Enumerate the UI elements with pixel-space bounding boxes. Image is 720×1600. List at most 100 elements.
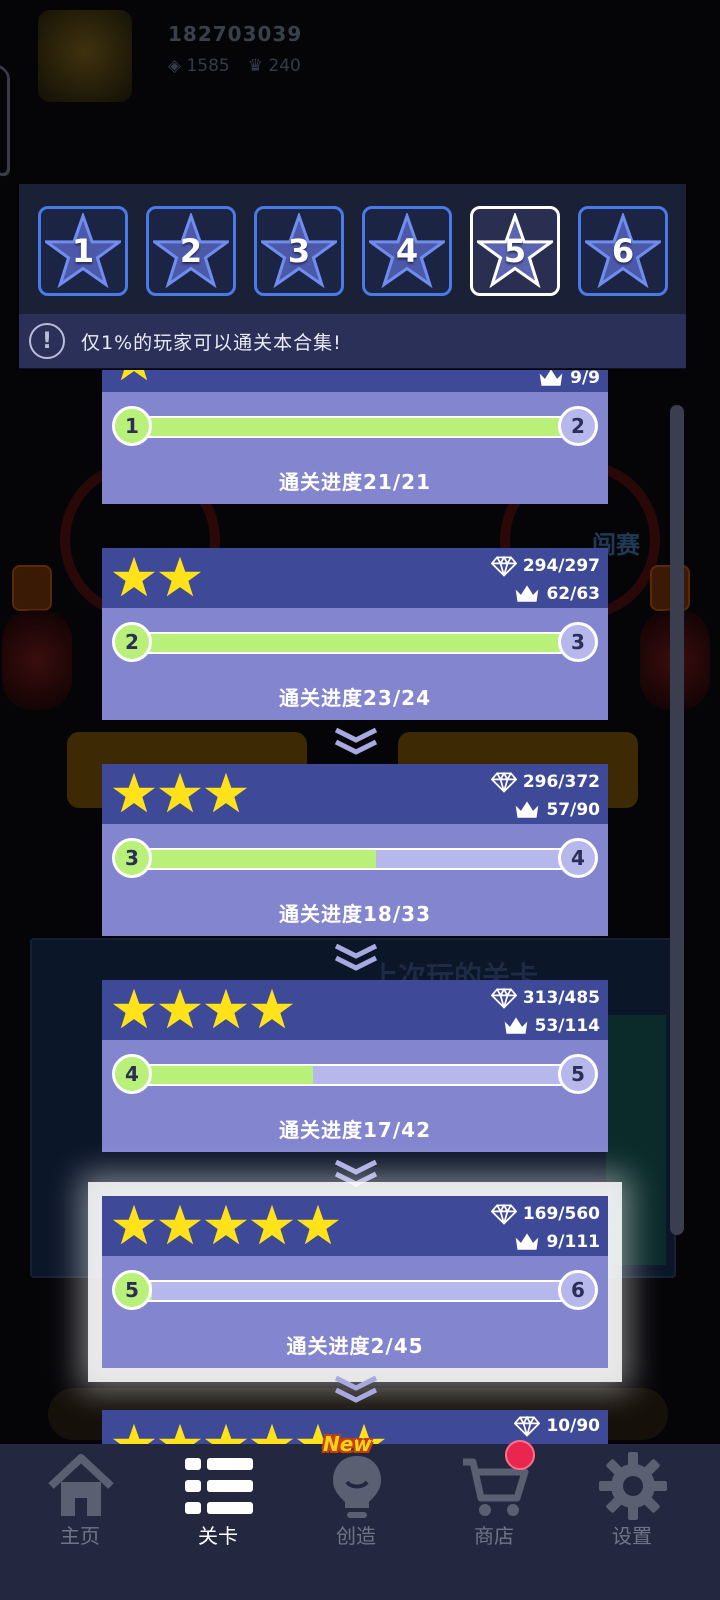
- player-stats: ◈ 1585 ♛ 240: [168, 56, 301, 76]
- star-icon: [112, 772, 156, 813]
- nav-create-label: 创造: [336, 1524, 376, 1548]
- level-card-4[interactable]: 313/485 53/114 4 5 通关进度17/42: [102, 980, 608, 1187]
- bottom-nav: 主页 关卡 New 创造 商店 设置: [0, 1432, 720, 1600]
- notification-dot: [505, 1440, 535, 1470]
- level-card-3[interactable]: 296/372 57/90 3 4 通关进度18/33: [102, 764, 608, 971]
- progress-end-node: 6: [558, 1270, 598, 1310]
- diamond-icon: [490, 1203, 517, 1225]
- tab-star-6[interactable]: 6: [578, 206, 668, 296]
- notice-bar: ! 仅1%的玩家可以通关本合集!: [19, 314, 686, 368]
- crown-stat: 9/9: [538, 370, 600, 390]
- tab-star-1[interactable]: 1: [38, 206, 128, 296]
- tab-star-5[interactable]: 5: [470, 206, 560, 296]
- crown-icon: [504, 1017, 527, 1034]
- progress-bar: 1 2: [112, 406, 598, 448]
- player-crowns: ♛ 240: [247, 56, 301, 76]
- scrollbar-thumb[interactable]: [670, 405, 684, 1235]
- star-tabs: 1 2 3 4 5 6: [38, 206, 668, 298]
- star-icon: [204, 988, 248, 1029]
- star-rating: [112, 1203, 340, 1249]
- progress-end-node: 5: [558, 1054, 598, 1094]
- star-icon: [250, 1204, 294, 1245]
- diamond-icon: [490, 771, 517, 793]
- progress-start-node: 4: [112, 1054, 152, 1094]
- star-icon: [112, 556, 156, 597]
- chevron-down-icon[interactable]: [332, 1158, 380, 1188]
- progress-fill: [132, 634, 562, 652]
- nav-levels-label: 关卡: [198, 1524, 238, 1548]
- level-card-2[interactable]: 294/297 62/63 2 3 通关进度23/24: [102, 548, 608, 755]
- tab-star-number: 2: [179, 232, 203, 270]
- star-icon: [158, 988, 202, 1029]
- tab-star-number: 1: [71, 232, 95, 270]
- gem-count: 169/560: [522, 1204, 600, 1224]
- tab-star-4[interactable]: 4: [362, 206, 452, 296]
- card-header: 313/485 53/114: [102, 980, 608, 1040]
- progress-track: [132, 848, 580, 870]
- player-avatar: [38, 10, 132, 102]
- nav-home-label: 主页: [60, 1524, 100, 1548]
- progress-text: 通关进度17/42: [279, 1118, 431, 1142]
- diamond-icon: [490, 987, 517, 1009]
- nav-settings[interactable]: 设置: [563, 1444, 701, 1600]
- tab-star-2[interactable]: 2: [146, 206, 236, 296]
- star-icon: [250, 988, 294, 1029]
- gem-count: 313/485: [522, 988, 600, 1008]
- star-icon: [204, 772, 248, 813]
- level-card-5[interactable]: 169/560 9/111 5 6 通关进度2/45: [102, 1196, 608, 1403]
- card-header: 9/9: [102, 370, 608, 392]
- tab-star-number: 5: [503, 232, 527, 270]
- crown-stat: 62/63: [514, 582, 600, 606]
- diamond-icon: [514, 1415, 541, 1437]
- crown-stat: 57/90: [514, 798, 600, 822]
- notice-text: 仅1%的玩家可以通关本合集!: [81, 331, 342, 354]
- nav-settings-label: 设置: [612, 1524, 652, 1548]
- crown-icon: [516, 1233, 539, 1250]
- back-hexagon: [0, 50, 10, 180]
- crown-stat: 53/114: [503, 1014, 600, 1038]
- crown-count: 9/9: [570, 370, 600, 388]
- chevron-down-icon[interactable]: [332, 726, 380, 756]
- nav-create[interactable]: New 创造: [287, 1432, 425, 1600]
- progress-start-node: 2: [112, 622, 152, 662]
- chevron-down-icon[interactable]: [332, 1374, 380, 1404]
- player-gems: ◈ 1585: [168, 56, 230, 76]
- new-badge: New: [323, 1432, 372, 1456]
- star-rating: [112, 555, 202, 601]
- lightbulb-icon: [333, 1456, 381, 1518]
- gem-stat: 10/90: [514, 1414, 600, 1438]
- gem-count: 294/297: [522, 556, 600, 576]
- card-body: 4 5 通关进度17/42: [102, 1040, 608, 1187]
- star-icon: [204, 1204, 248, 1245]
- background-left-badge: [12, 565, 52, 611]
- level-card-1[interactable]: 9/9 1 2 通关进度21/21: [102, 370, 608, 504]
- nav-levels[interactable]: 关卡: [149, 1444, 287, 1600]
- progress-start-node: 3: [112, 838, 152, 878]
- gear-icon: [599, 1452, 667, 1520]
- card-body: 5 6 通关进度2/45: [102, 1256, 608, 1403]
- progress-start-node: 1: [112, 406, 152, 446]
- background-decoration-left: [2, 610, 72, 710]
- tab-star-3[interactable]: 3: [254, 206, 344, 296]
- star-icon: [296, 1204, 340, 1245]
- crown-count: 9/111: [546, 1232, 600, 1252]
- progress-bar: 5 6: [112, 1270, 598, 1312]
- progress-end-node: 2: [558, 406, 598, 446]
- collection-header: 1 2 3 4 5 6 ! 仅1%的玩家可以通关本合集!: [19, 184, 686, 369]
- gem-stat: 296/372: [490, 770, 600, 794]
- crown-count: 62/63: [546, 584, 600, 604]
- progress-fill: [132, 850, 377, 868]
- star-rating: [112, 771, 248, 817]
- chevron-down-icon[interactable]: [332, 942, 380, 972]
- crown-stat: 9/111: [514, 1230, 600, 1254]
- diamond-icon: [490, 555, 517, 577]
- nav-shop[interactable]: 商店: [425, 1440, 563, 1600]
- nav-home[interactable]: 主页: [11, 1444, 149, 1600]
- star-icon: [250, 1423, 294, 1444]
- progress-bar: 4 5: [112, 1054, 598, 1096]
- card-body: 2 3 通关进度23/24: [102, 608, 608, 755]
- tab-star-number: 3: [287, 232, 311, 270]
- star-icon: [158, 1204, 202, 1245]
- card-body: 3 4 通关进度18/33: [102, 824, 608, 971]
- progress-track: [132, 632, 580, 654]
